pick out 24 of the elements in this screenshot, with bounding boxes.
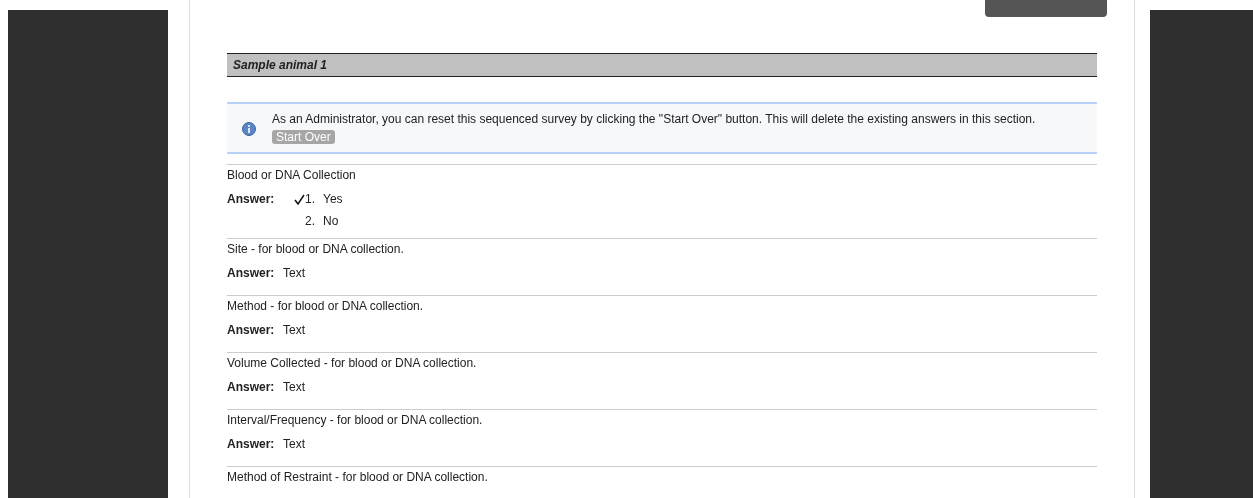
option-number: 2. xyxy=(305,213,316,230)
question-text: Method - for blood or DNA collection. xyxy=(227,298,425,315)
toolbar-button[interactable] xyxy=(985,0,1107,17)
answer-label: Answer: xyxy=(227,265,276,282)
answer-label: Answer: xyxy=(227,322,276,339)
answer-value: Text xyxy=(283,436,305,453)
question-text: Site - for blood or DNA collection. xyxy=(227,241,405,258)
answer-value: Text xyxy=(283,322,305,339)
section-header: Sample animal 1 xyxy=(227,53,1097,77)
question-text: Volume Collected - for blood or DNA collection. xyxy=(227,355,478,372)
option-number: 1. xyxy=(305,191,316,208)
answer-label: Answer: xyxy=(227,379,276,396)
question-text: Method of Restraint - for blood or DNA collection. xyxy=(227,469,489,486)
question-text: Interval/Frequency - for blood or DNA collection. xyxy=(227,412,484,429)
answer-label: Answer: xyxy=(227,436,276,453)
answer-label: Answer: xyxy=(227,191,276,208)
option-label: Yes xyxy=(323,191,343,208)
start-over-button[interactable]: Start Over xyxy=(272,130,335,144)
answer-value: Text xyxy=(283,379,305,396)
option-label: No xyxy=(323,213,339,230)
question-text: Blood or DNA Collection xyxy=(227,167,357,184)
answer-value: Text xyxy=(283,265,305,282)
notice-text: As an Administrator, you can reset this sequenced survey by clicking the "Start Over" button. This will delete the existing answers in this section. Start Over xyxy=(272,111,1037,146)
info-icon xyxy=(242,122,256,136)
